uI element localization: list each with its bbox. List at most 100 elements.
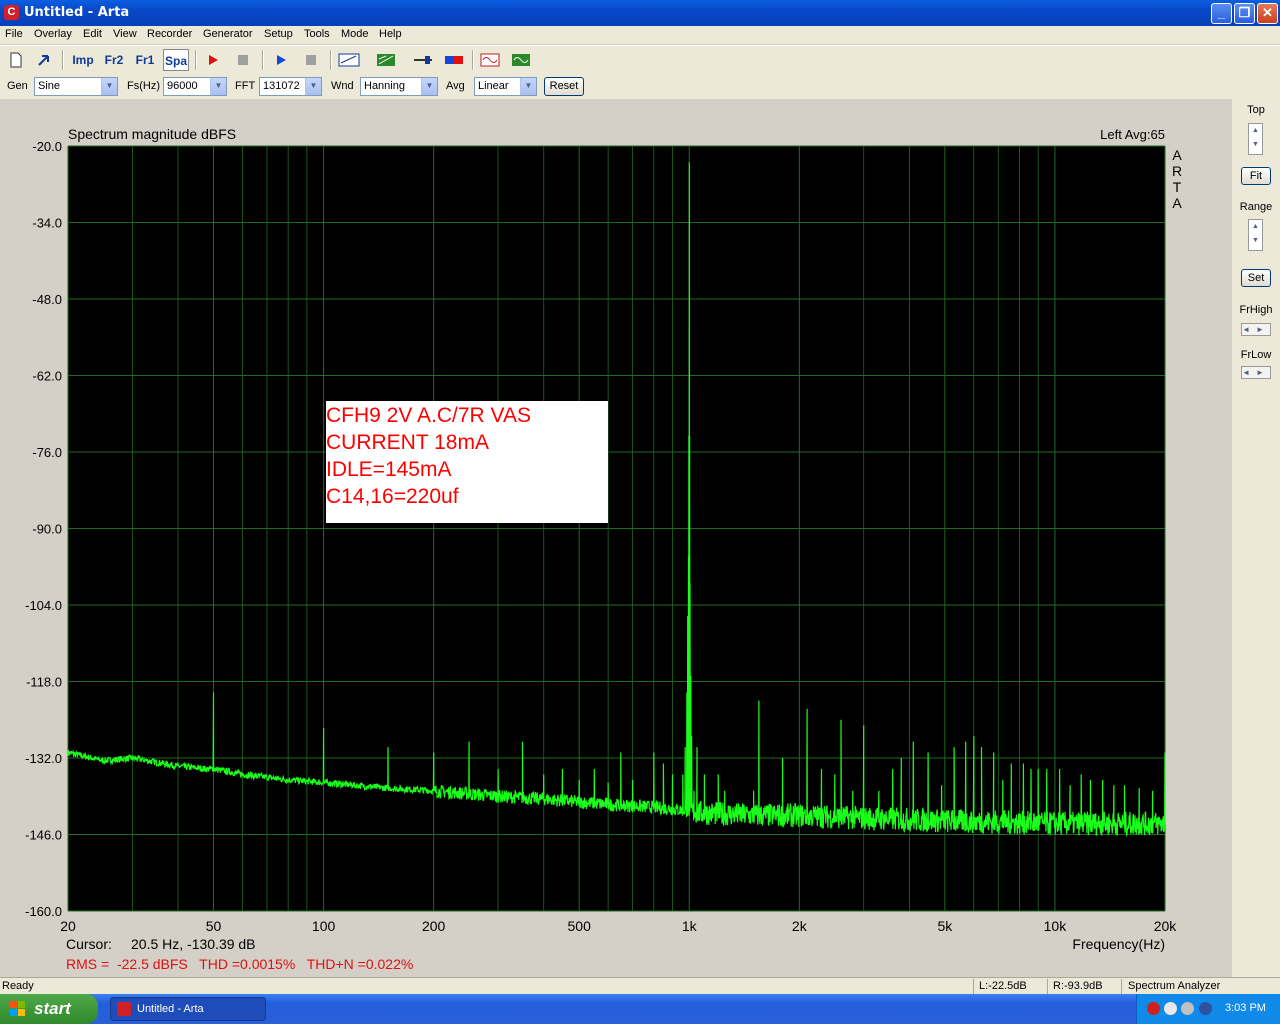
chevron-down-icon: ▼: [520, 78, 536, 95]
cursor-label: Cursor:: [66, 936, 112, 952]
sine-wave-icon[interactable]: [478, 49, 502, 71]
range-spinner[interactable]: ▲ ▼: [1248, 219, 1263, 251]
windows-logo-icon: [10, 1001, 25, 1016]
reset-button[interactable]: Reset: [544, 77, 584, 96]
y-tick-label: -62.0: [32, 369, 62, 384]
taskbar-item-arta[interactable]: Untitled - Arta: [110, 997, 266, 1021]
annotation-line: IDLE=145mA: [326, 458, 452, 481]
y-tick-label: -48.0: [32, 292, 62, 307]
menu-setup[interactable]: Setup: [264, 28, 293, 40]
stop-play-icon[interactable]: [299, 49, 323, 71]
y-tick-label: -20.0: [32, 139, 62, 154]
plot-area: Spectrum magnitude dBFS Left Avg:65 20 50…: [0, 99, 1232, 977]
open-file-icon[interactable]: [32, 49, 56, 71]
fr1-mode-button[interactable]: Fr1: [132, 49, 158, 71]
menu-mode[interactable]: Mode: [341, 28, 369, 40]
antivirus-icon[interactable]: [1199, 1002, 1212, 1015]
window-title: Untitled - Arta: [24, 5, 130, 20]
window-select[interactable]: Hanning ▼: [360, 77, 438, 96]
status-bar: Ready L:-22.5dB R:-93.9dB Spectrum Analy…: [0, 977, 1280, 994]
fft-label: FFT: [235, 80, 256, 92]
y-tick-label: -104.0: [25, 598, 62, 613]
menu-file[interactable]: File: [5, 28, 23, 40]
shield-icon[interactable]: [1147, 1002, 1160, 1015]
menu-recorder[interactable]: Recorder: [147, 28, 192, 40]
toolbar: Imp Fr2 Fr1 Spa: [0, 45, 1280, 73]
spa-mode-button[interactable]: Spa: [163, 49, 189, 71]
start-button[interactable]: start: [0, 994, 98, 1024]
menu-edit[interactable]: Edit: [83, 28, 102, 40]
impulse-mode-button[interactable]: Imp: [70, 49, 96, 71]
annotation-box[interactable]: CFH9 2V A.C/7R VAS CURRENT 18mA IDLE=145…: [326, 401, 608, 523]
x-tick-label: 100: [312, 918, 336, 934]
new-file-icon[interactable]: [4, 49, 28, 71]
play-icon[interactable]: [269, 49, 293, 71]
chevron-down-icon: ▼: [210, 78, 226, 95]
right-panel: Top ▲ ▼ Fit Range ▲ ▼ Set FrHigh ◄► FrLow …: [1232, 99, 1280, 977]
app-icon: C: [4, 5, 19, 20]
channel-avg-label: Left Avg:65: [1100, 127, 1165, 142]
gen-select[interactable]: Sine ▼: [34, 77, 118, 96]
gen-label: Gen: [7, 80, 28, 92]
status-mode: Spectrum Analyzer: [1128, 980, 1221, 992]
annotation-line: CURRENT 18mA: [326, 431, 489, 454]
record-icon[interactable]: [201, 49, 225, 71]
x-tick-label: 10k: [1044, 918, 1068, 934]
frhigh-label: FrHigh: [1239, 304, 1273, 316]
scope-icon[interactable]: [509, 49, 533, 71]
y-tick-label: -90.0: [32, 522, 62, 537]
menu-help[interactable]: Help: [379, 28, 402, 40]
generator-bar: Gen Sine ▼ Fs(Hz) 96000 ▼ FFT 131072 ▼ Wnd …: [0, 73, 1280, 99]
y-tick-label: -132.0: [25, 751, 62, 766]
x-tick-label: 20: [60, 918, 76, 934]
top-spinner[interactable]: ▲ ▼: [1248, 123, 1263, 155]
y-tick-label: -76.0: [32, 445, 62, 460]
x-tick-label: 50: [206, 918, 222, 934]
chevron-down-icon: ▼: [305, 78, 321, 95]
fs-select[interactable]: 96000 ▼: [163, 77, 227, 96]
range-label: Range: [1239, 201, 1273, 213]
menu-view[interactable]: View: [113, 28, 137, 40]
annotation-line: C14,16=220uf: [326, 485, 459, 508]
clock: 3:03 PM: [1225, 1002, 1266, 1014]
status-ready: Ready: [2, 980, 34, 992]
x-tick-label: 5k: [937, 918, 953, 934]
spectrum-chart[interactable]: Spectrum magnitude dBFS Left Avg:65 20 50…: [0, 99, 1232, 977]
start-label: start: [34, 999, 71, 1018]
chart-icon[interactable]: [374, 49, 398, 71]
abc-icon[interactable]: [337, 49, 361, 71]
x-tick-label: 20k: [1154, 918, 1178, 934]
avg-select[interactable]: Linear ▼: [474, 77, 537, 96]
fft-select[interactable]: 131072 ▼: [259, 77, 322, 96]
taskbar: start Untitled - Arta 3:03 PM: [0, 994, 1280, 1024]
frlow-spinner[interactable]: ◄►: [1241, 366, 1271, 379]
y-tick-label: -146.0: [25, 828, 62, 843]
top-label: Top: [1247, 104, 1265, 116]
cursor-value: 20.5 Hz, -130.39 dB: [131, 936, 256, 952]
set-button[interactable]: Set: [1241, 269, 1271, 287]
volume-icon[interactable]: [1181, 1002, 1194, 1015]
measurement-readout: RMS = -22.5 dBFS THD =0.0015% THD+N =0.0…: [66, 956, 413, 972]
fs-label: Fs(Hz): [127, 80, 160, 92]
frhigh-spinner[interactable]: ◄►: [1241, 323, 1271, 336]
wnd-label: Wnd: [331, 80, 354, 92]
fit-button[interactable]: Fit: [1241, 167, 1271, 185]
x-axis-label: Frequency(Hz): [1072, 936, 1165, 952]
level-meter-icon[interactable]: [442, 49, 466, 71]
network-icon[interactable]: [1164, 1002, 1177, 1015]
x-tick-label: 1k: [682, 918, 698, 934]
menu-tools[interactable]: Tools: [304, 28, 330, 40]
menu-generator[interactable]: Generator: [203, 28, 253, 40]
close-button[interactable]: ✕: [1257, 3, 1278, 24]
minimize-button[interactable]: _: [1211, 3, 1232, 24]
arta-brand-label: ARTA: [1172, 147, 1182, 211]
chart-title: Spectrum magnitude dBFS: [68, 126, 236, 142]
stop-record-icon[interactable]: [231, 49, 255, 71]
annotation-line: CFH9 2V A.C/7R VAS: [326, 404, 532, 427]
slider-icon[interactable]: [411, 49, 435, 71]
menu-bar: File Overlay Edit View Recorder Generato…: [0, 26, 1280, 44]
menu-overlay[interactable]: Overlay: [34, 28, 72, 40]
fr2-mode-button[interactable]: Fr2: [101, 49, 127, 71]
restore-button[interactable]: ❐: [1234, 3, 1255, 24]
y-tick-label: -34.0: [32, 216, 62, 231]
